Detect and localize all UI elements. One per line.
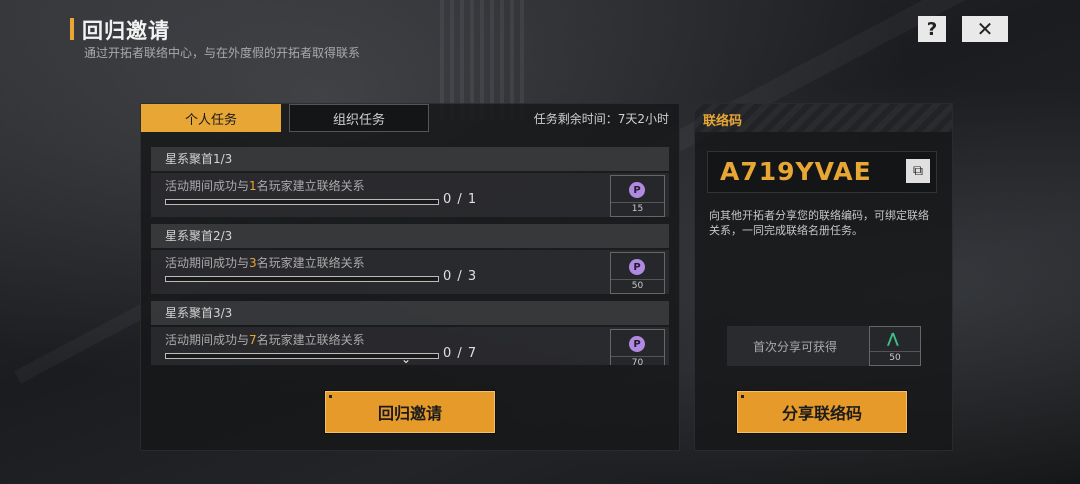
return-invite-button[interactable]: 回归邀请 (325, 391, 495, 433)
green-arrow-token-icon: ⋀ (887, 331, 899, 347)
reward-count: 50 (870, 351, 920, 365)
contact-title: 联络码 (703, 114, 743, 129)
task-item: 星系聚首1/3 活动期间成功与1名玩家建立联络关系 0 / 1 P 15 (151, 147, 669, 217)
progress-bar (165, 353, 439, 359)
purple-token-icon: P (629, 259, 645, 275)
page-subtitle: 通过开拓者联络中心，与在外度假的开拓者取得联系 (84, 46, 361, 60)
tasks-panel: 个人任务 组织任务 任务剩余时间：7天2小时 星系聚首1/3 活动期间成功与1名… (140, 103, 680, 451)
task-item: 星系聚首2/3 活动期间成功与3名玩家建立联络关系 0 / 3 P 50 (151, 224, 669, 294)
task-description: 活动期间成功与7名玩家建立联络关系 (165, 333, 365, 347)
purple-token-icon: P (629, 336, 645, 352)
task-title: 星系聚首2/3 (151, 224, 669, 248)
reward-slot[interactable]: P 15 (610, 175, 665, 217)
first-share-reward-row: 首次分享可获得 ⋀ 50 (727, 326, 921, 366)
task-title: 星系聚首1/3 (151, 147, 669, 171)
task-description: 活动期间成功与3名玩家建立联络关系 (165, 256, 365, 270)
page-title: 回归邀请 (82, 19, 170, 43)
chevron-down-icon[interactable]: ⌄ (401, 352, 411, 366)
help-icon: ? (926, 18, 938, 40)
progress-text: 0 / 7 (443, 346, 478, 361)
contact-code: A719YVAE (720, 157, 872, 186)
purple-token-icon: P (629, 182, 645, 198)
progress-text: 0 / 1 (443, 192, 478, 207)
reward-count: 15 (611, 202, 664, 216)
task-target-count: 1 (249, 179, 257, 193)
tab-personal-tasks[interactable]: 个人任务 (141, 104, 281, 132)
copy-icon[interactable]: ⧉ (906, 159, 930, 183)
reward-count: 70 (611, 356, 664, 365)
title-accent-bar (70, 18, 74, 40)
task-target-count: 3 (249, 256, 257, 270)
progress-bar (165, 276, 439, 282)
reward-slot[interactable]: P 50 (610, 252, 665, 294)
task-title: 星系聚首3/3 (151, 301, 669, 325)
task-list[interactable]: 星系聚首1/3 活动期间成功与1名玩家建立联络关系 0 / 1 P 15 星系聚… (151, 147, 669, 365)
task-body: 活动期间成功与3名玩家建立联络关系 0 / 3 P 50 (151, 250, 669, 294)
contact-code-box: A719YVAE ⧉ (707, 151, 937, 193)
help-button[interactable]: ? (918, 16, 946, 42)
share-contact-code-button[interactable]: 分享联络码 (737, 391, 907, 433)
first-share-label: 首次分享可获得 (753, 340, 838, 354)
contact-code-panel: 联络码 A719YVAE ⧉ 向其他开拓者分享您的联络编码，可绑定联络关系，一同… (694, 103, 953, 451)
close-button[interactable]: ✕ (962, 16, 1008, 42)
contact-header: 联络码 (695, 104, 952, 132)
tab-organization-tasks[interactable]: 组织任务 (289, 104, 429, 132)
task-description: 活动期间成功与1名玩家建立联络关系 (165, 179, 365, 193)
close-icon: ✕ (976, 17, 994, 41)
contact-description: 向其他开拓者分享您的联络编码，可绑定联络关系，一同完成联络名册任务。 (709, 209, 929, 237)
time-remaining: 任务剩余时间：7天2小时 (533, 112, 669, 126)
progress-bar (165, 199, 439, 205)
progress-text: 0 / 3 (443, 269, 478, 284)
task-body: 活动期间成功与1名玩家建立联络关系 0 / 1 P 15 (151, 173, 669, 217)
reward-slot[interactable]: ⋀ 50 (869, 326, 921, 366)
task-target-count: 7 (249, 333, 257, 347)
reward-count: 50 (611, 279, 664, 293)
background-structure (440, 0, 530, 120)
reward-slot[interactable]: P 70 (610, 329, 665, 365)
